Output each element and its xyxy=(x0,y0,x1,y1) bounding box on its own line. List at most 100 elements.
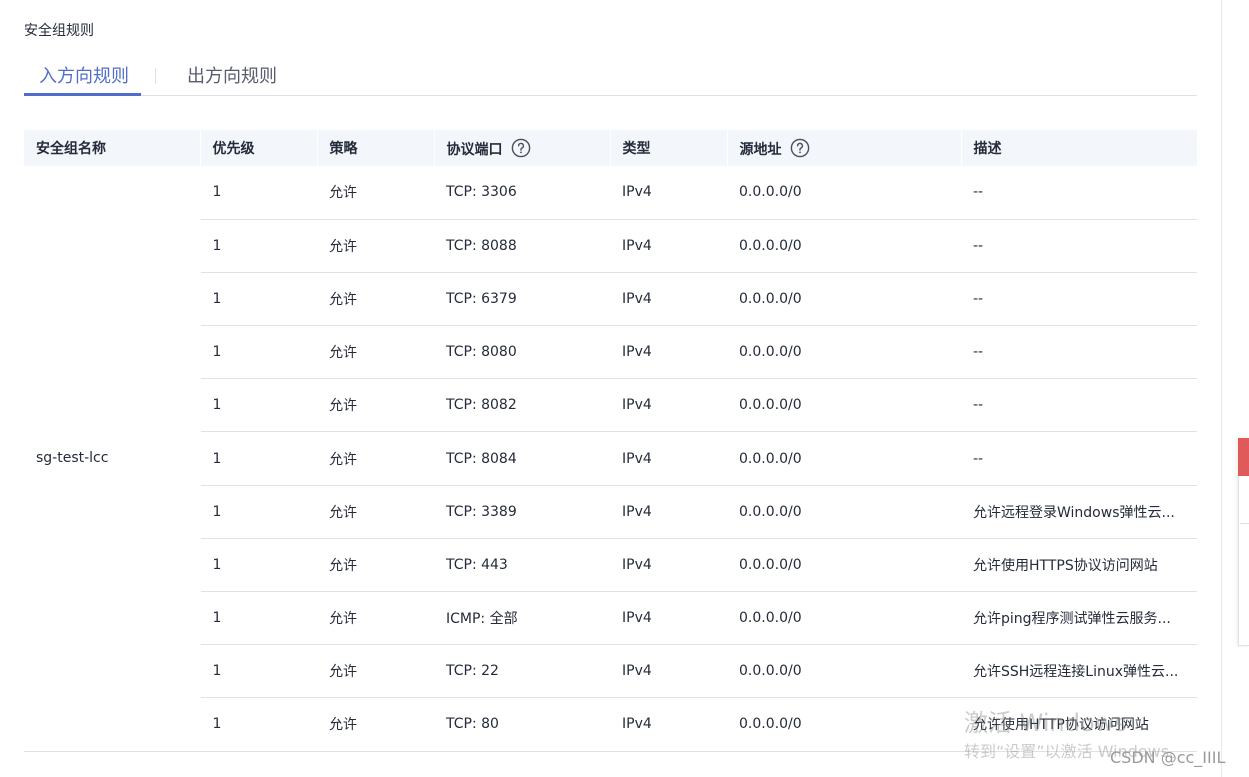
cell-priority: 1 xyxy=(200,219,317,273)
rule-direction-tabs: 入方向规则 出方向规则 xyxy=(24,58,1197,96)
cell-description: -- xyxy=(961,219,1197,273)
cell-policy: 允许 xyxy=(317,591,434,646)
table-row: 1 允许 TCP: 8080 IPv4 0.0.0.0/0 -- xyxy=(24,325,1197,380)
cell-protocol-port: TCP: 8088 xyxy=(434,219,610,273)
cell-source-address: 0.0.0.0/0 xyxy=(727,485,961,539)
header-priority: 优先级 xyxy=(200,130,318,166)
cell-source-address: 0.0.0.0/0 xyxy=(727,431,961,486)
header-source-address: 源地址 xyxy=(727,130,962,166)
tab-outbound-rules[interactable]: 出方向规则 xyxy=(187,62,277,88)
cell-type: IPv4 xyxy=(610,697,727,752)
cell-source-address: 0.0.0.0/0 xyxy=(727,591,961,646)
cell-type: IPv4 xyxy=(610,431,727,486)
cell-policy: 允许 xyxy=(317,485,434,539)
page-right-border xyxy=(1221,0,1222,777)
cell-protocol-port: TCP: 3306 xyxy=(434,166,610,220)
table-body: sg-test-lcc 1 允许 TCP: 3306 IPv4 0.0.0.0/0 -- 1 允… xyxy=(24,166,1197,752)
cell-policy: 允许 xyxy=(317,219,434,273)
cell-type: IPv4 xyxy=(610,166,727,220)
cell-type: IPv4 xyxy=(610,325,727,380)
cell-priority: 1 xyxy=(200,431,317,486)
cell-protocol-port: TCP: 6379 xyxy=(434,272,610,327)
cell-source-address: 0.0.0.0/0 xyxy=(727,272,961,327)
cell-policy: 允许 xyxy=(317,272,434,327)
table-row: 1 允许 TCP: 443 IPv4 0.0.0.0/0 允许使用HTTPS协议访问网站 xyxy=(24,538,1197,593)
csdn-watermark: CSDN @cc_IIIL xyxy=(1110,748,1226,767)
cell-priority: 1 xyxy=(200,538,317,593)
header-description: 描述 xyxy=(961,130,1198,166)
cell-type: IPv4 xyxy=(610,591,727,646)
cell-description: -- xyxy=(961,431,1197,486)
cell-type: IPv4 xyxy=(610,378,727,433)
cell-source-address: 0.0.0.0/0 xyxy=(727,538,961,593)
table-row: 1 允许 TCP: 8084 IPv4 0.0.0.0/0 -- xyxy=(24,431,1197,486)
table-row: 1 允许 TCP: 8088 IPv4 0.0.0.0/0 -- xyxy=(24,219,1197,273)
cell-protocol-port: TCP: 3389 xyxy=(434,485,610,539)
floating-side-panel-divider xyxy=(1240,523,1249,524)
cell-type: IPv4 xyxy=(610,272,727,327)
cell-description: -- xyxy=(961,378,1197,433)
header-group-name: 安全组名称 xyxy=(24,130,201,166)
cell-policy: 允许 xyxy=(317,697,434,752)
table-row: 1 允许 TCP: 6379 IPv4 0.0.0.0/0 -- xyxy=(24,272,1197,327)
cell-protocol-port: TCP: 22 xyxy=(434,644,610,699)
tab-inbound-rules[interactable]: 入方向规则 xyxy=(39,62,129,88)
cell-description: -- xyxy=(961,272,1197,327)
cell-source-address: 0.0.0.0/0 xyxy=(727,219,961,273)
table-row: 1 允许 ICMP: 全部 IPv4 0.0.0.0/0 允许ping程序测试弹性云服务.… xyxy=(24,591,1197,646)
cell-description: -- xyxy=(961,325,1197,380)
cell-type: IPv4 xyxy=(610,219,727,273)
cell-type: IPv4 xyxy=(610,644,727,699)
cell-priority: 1 xyxy=(200,325,317,380)
cell-priority: 1 xyxy=(200,644,317,699)
cell-description: 允许使用HTTP协议访问网站 xyxy=(961,697,1197,752)
cell-priority: 1 xyxy=(200,591,317,646)
cell-protocol-port: TCP: 80 xyxy=(434,697,610,752)
cell-protocol-port: TCP: 8080 xyxy=(434,325,610,380)
table-row: 1 允许 TCP: 8082 IPv4 0.0.0.0/0 -- xyxy=(24,378,1197,433)
cell-source-address: 0.0.0.0/0 xyxy=(727,378,961,433)
tab-divider xyxy=(155,68,156,84)
cell-policy: 允许 xyxy=(317,431,434,486)
cell-priority: 1 xyxy=(200,485,317,539)
cell-description: 允许ping程序测试弹性云服务... xyxy=(961,591,1197,646)
cell-description: 允许SSH远程连接Linux弹性云... xyxy=(961,644,1197,699)
cell-source-address: 0.0.0.0/0 xyxy=(727,644,961,699)
table-row: 1 允许 TCP: 22 IPv4 0.0.0.0/0 允许SSH远程连接Linux弹性云… xyxy=(24,644,1197,699)
cell-priority: 1 xyxy=(200,378,317,433)
cell-description: 允许远程登录Windows弹性云... xyxy=(961,485,1197,539)
cell-protocol-port: ICMP: 全部 xyxy=(434,591,610,646)
cell-protocol-port: TCP: 8082 xyxy=(434,378,610,433)
section-title: 安全组规则 xyxy=(24,23,94,39)
floating-side-panel-tab[interactable] xyxy=(1238,438,1249,476)
cell-policy: 允许 xyxy=(317,538,434,593)
cell-type: IPv4 xyxy=(610,538,727,593)
active-tab-indicator xyxy=(24,93,141,96)
cell-type: IPv4 xyxy=(610,485,727,539)
header-type: 类型 xyxy=(610,130,728,166)
question-circle-icon[interactable] xyxy=(790,138,810,158)
table-row: 1 允许 TCP: 80 IPv4 0.0.0.0/0 允许使用HTTP协议访问网站 xyxy=(24,697,1197,752)
cell-policy: 允许 xyxy=(317,378,434,433)
cell-protocol-port: TCP: 8084 xyxy=(434,431,610,486)
cell-description: 允许使用HTTPS协议访问网站 xyxy=(961,538,1197,593)
table-header-row: 安全组名称 优先级 策略 协议端口 类型 源地址 描述 xyxy=(24,130,1198,166)
security-group-rules-table: 安全组名称 优先级 策略 协议端口 类型 源地址 描述 sg-test-lcc 1… xyxy=(24,130,1198,752)
cell-source-address: 0.0.0.0/0 xyxy=(727,166,961,220)
cell-description: -- xyxy=(961,166,1197,220)
table-row: sg-test-lcc 1 允许 TCP: 3306 IPv4 0.0.0.0/0 -- xyxy=(24,166,1197,752)
header-policy: 策略 xyxy=(317,130,435,166)
header-protocol-port: 协议端口 xyxy=(434,130,611,166)
cell-source-address: 0.0.0.0/0 xyxy=(727,325,961,380)
table-row: 1 允许 TCP: 3389 IPv4 0.0.0.0/0 允许远程登录Windows弹性… xyxy=(24,485,1197,539)
cell-policy: 允许 xyxy=(317,644,434,699)
cell-protocol-port: TCP: 443 xyxy=(434,538,610,593)
question-circle-icon[interactable] xyxy=(511,138,531,158)
cell-policy: 允许 xyxy=(317,325,434,380)
cell-priority: 1 xyxy=(200,166,317,220)
cell-policy: 允许 xyxy=(317,166,434,220)
cell-group-name: sg-test-lcc xyxy=(24,166,201,752)
cell-priority: 1 xyxy=(200,697,317,752)
cell-source-address: 0.0.0.0/0 xyxy=(727,697,961,752)
cell-priority: 1 xyxy=(200,272,317,327)
